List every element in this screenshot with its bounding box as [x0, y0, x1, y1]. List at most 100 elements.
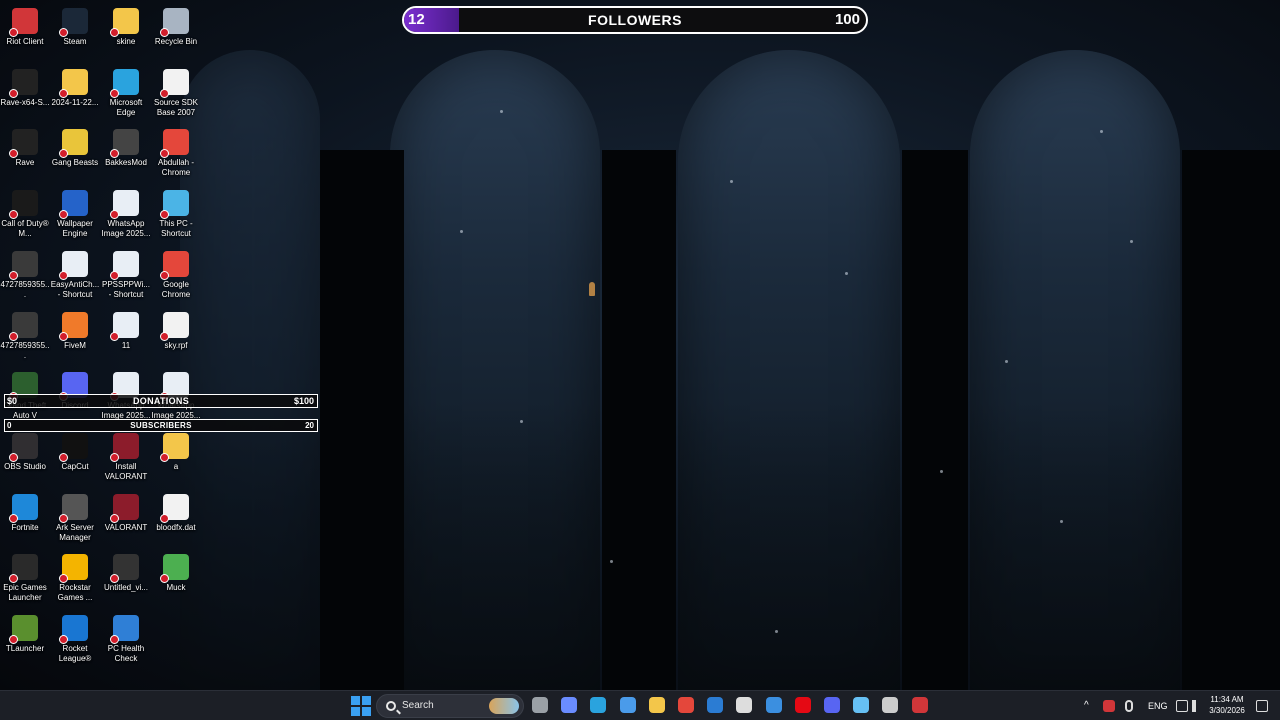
desktop-icon[interactable]: Install VALORANT [101, 429, 151, 489]
desktop-icon[interactable]: Google Chrome [151, 247, 201, 307]
snowflake [1060, 520, 1063, 523]
folder-icon [110, 8, 139, 37]
vpn-icon[interactable] [765, 697, 782, 713]
netflix-icon[interactable] [794, 697, 811, 713]
desktop-icon[interactable]: Rave-x64-S... [0, 65, 50, 125]
desktop-icon[interactable]: 4727859355... [0, 247, 50, 307]
desktop-icon[interactable]: sky.rpf [151, 308, 201, 368]
desktop-icon-label: Steam [63, 37, 87, 46]
desktop-icon[interactable]: TLauncher [0, 611, 50, 671]
sync-error-badge-icon [110, 88, 119, 98]
desktop-icon[interactable]: Wallpaper Engine [50, 186, 100, 246]
desktop-icon[interactable]: skine [101, 4, 151, 64]
desktop-icon[interactable]: BakkesMod [101, 125, 151, 185]
desktop-icon[interactable]: 11 [101, 308, 151, 368]
sync-error-badge-icon [110, 270, 119, 280]
desktop-icon-label: Call of Duty® M... [1, 219, 49, 239]
show-hidden-icons-chevron-icon[interactable]: ^ [1084, 700, 1096, 712]
desktop-icon[interactable]: Microsoft Edge [101, 65, 151, 125]
wallpaper-engine-icon [59, 190, 88, 220]
desktop-icon-label: sky.rpf [164, 340, 188, 350]
desktop-icon-label: Recycle Bin [154, 37, 198, 46]
desktop-icon[interactable]: Rave [0, 125, 50, 185]
wallpaper-pillar [1182, 150, 1280, 690]
desktop-icon[interactable]: bloodfx.dat [151, 490, 201, 550]
sync-error-badge-icon [160, 88, 169, 98]
snowflake [1005, 360, 1008, 363]
desktop-icon-label: BakkesMod [105, 158, 147, 168]
sync-error-badge-icon [9, 210, 18, 220]
sync-error-badge-icon [110, 452, 119, 462]
desktop-icon-label: skine [116, 37, 136, 46]
desktop-icon-label: 4727859355... [0, 340, 50, 360]
copilot-icon[interactable] [561, 697, 578, 713]
followers-goal-label: FOLLOWERS [588, 12, 682, 28]
edge-icon [110, 68, 139, 98]
desktop-icon[interactable]: Muck [151, 550, 201, 610]
ark-icon [59, 493, 88, 523]
desktop-icon[interactable]: Call of Duty® M... [0, 186, 50, 246]
desktop-icon[interactable]: FiveM [50, 308, 100, 368]
sync-error-badge-icon [59, 574, 68, 584]
snowflake [730, 180, 733, 183]
sync-error-badge-icon [9, 513, 18, 523]
desktop-icon-label: Ark Server Manager [56, 522, 94, 542]
steam-icon[interactable] [853, 697, 870, 713]
desktop-icon[interactable]: This PC - Shortcut [151, 186, 201, 246]
microphone-icon[interactable] [1125, 700, 1133, 712]
clock-time: 11:34 AM [1210, 695, 1244, 704]
riot-client-icon[interactable] [911, 697, 928, 713]
desktop-icon[interactable]: WhatsApp Image 2025... [101, 186, 151, 246]
capcut-icon [59, 432, 88, 462]
desktop-icon[interactable]: 4727859355... [0, 308, 50, 368]
desktop-icon[interactable]: Rockstar Games ... [50, 550, 100, 610]
desktop-icon[interactable]: Gang Beasts [50, 125, 100, 185]
desktop-icon[interactable]: Fortnite [0, 490, 50, 550]
edge-icon[interactable] [590, 697, 607, 713]
desktop-icon[interactable]: Recycle Bin [151, 4, 201, 64]
desktop-icon[interactable]: PC Health Check [101, 611, 151, 671]
capture-icon[interactable] [736, 697, 753, 713]
bakkesmod-icon [110, 129, 139, 159]
desktop-icon-label: Rave-x64-S... [0, 97, 50, 107]
desktop-icon[interactable]: EasyAntiCh... - Shortcut [50, 247, 100, 307]
desktop-icon[interactable]: VALORANT [101, 490, 151, 550]
desktop-icon[interactable]: Untitled_vi... [101, 550, 151, 610]
sync-error-badge-icon [9, 574, 18, 584]
obs-icon[interactable] [882, 697, 899, 713]
volume-icon[interactable] [1192, 700, 1204, 712]
desktop-icon[interactable]: Epic Games Launcher [0, 550, 50, 610]
desktop-icon[interactable]: a [151, 429, 201, 489]
store-icon[interactable] [619, 697, 636, 713]
sync-error-badge-icon [110, 331, 119, 341]
start-button[interactable] [350, 695, 372, 717]
desktop-icon[interactable]: Riot Client [0, 4, 50, 64]
desktop-icon[interactable]: Source SDK Base 2007 [151, 65, 201, 125]
sync-error-badge-icon [59, 635, 68, 644]
desktop-icon[interactable]: OBS Studio [0, 429, 50, 489]
desktop-icon[interactable]: 2024-11-22... [50, 65, 100, 125]
discord-icon[interactable] [824, 697, 840, 713]
desktop-icon[interactable]: Abdullah - Chrome [151, 125, 201, 185]
chrome-icon[interactable] [678, 697, 694, 713]
system-clock[interactable]: 11:34 AM 3/30/2026 [1206, 694, 1248, 716]
task-view-icon[interactable] [532, 697, 548, 713]
riot-tray-icon[interactable] [1103, 700, 1115, 712]
desktop-icon[interactable]: Rocket League® [50, 611, 100, 671]
desktop-icon-label: Untitled_vi... [103, 583, 149, 593]
desktop-icon-label: Microsoft Edge [109, 97, 143, 117]
sync-error-badge-icon [59, 513, 68, 523]
taskbar-search[interactable]: Search [376, 694, 524, 718]
network-icon[interactable] [1176, 700, 1188, 712]
language-indicator[interactable]: ENG [1148, 701, 1168, 711]
snowflake [520, 420, 523, 423]
mail-icon[interactable] [707, 697, 724, 713]
fortnite-icon [9, 493, 38, 523]
desktop-icon[interactable]: PPSSPPWi... - Shortcut [101, 247, 151, 307]
taskbar: Search ^ ENG 11:34 AM 3/30/2026 [0, 690, 1280, 720]
notification-bell-icon[interactable] [1256, 700, 1268, 712]
desktop-icon[interactable]: CapCut [50, 429, 100, 489]
file-explorer-icon[interactable] [648, 697, 665, 713]
desktop-icon[interactable]: Ark Server Manager [50, 490, 100, 550]
desktop-icon[interactable]: Steam [50, 4, 100, 64]
